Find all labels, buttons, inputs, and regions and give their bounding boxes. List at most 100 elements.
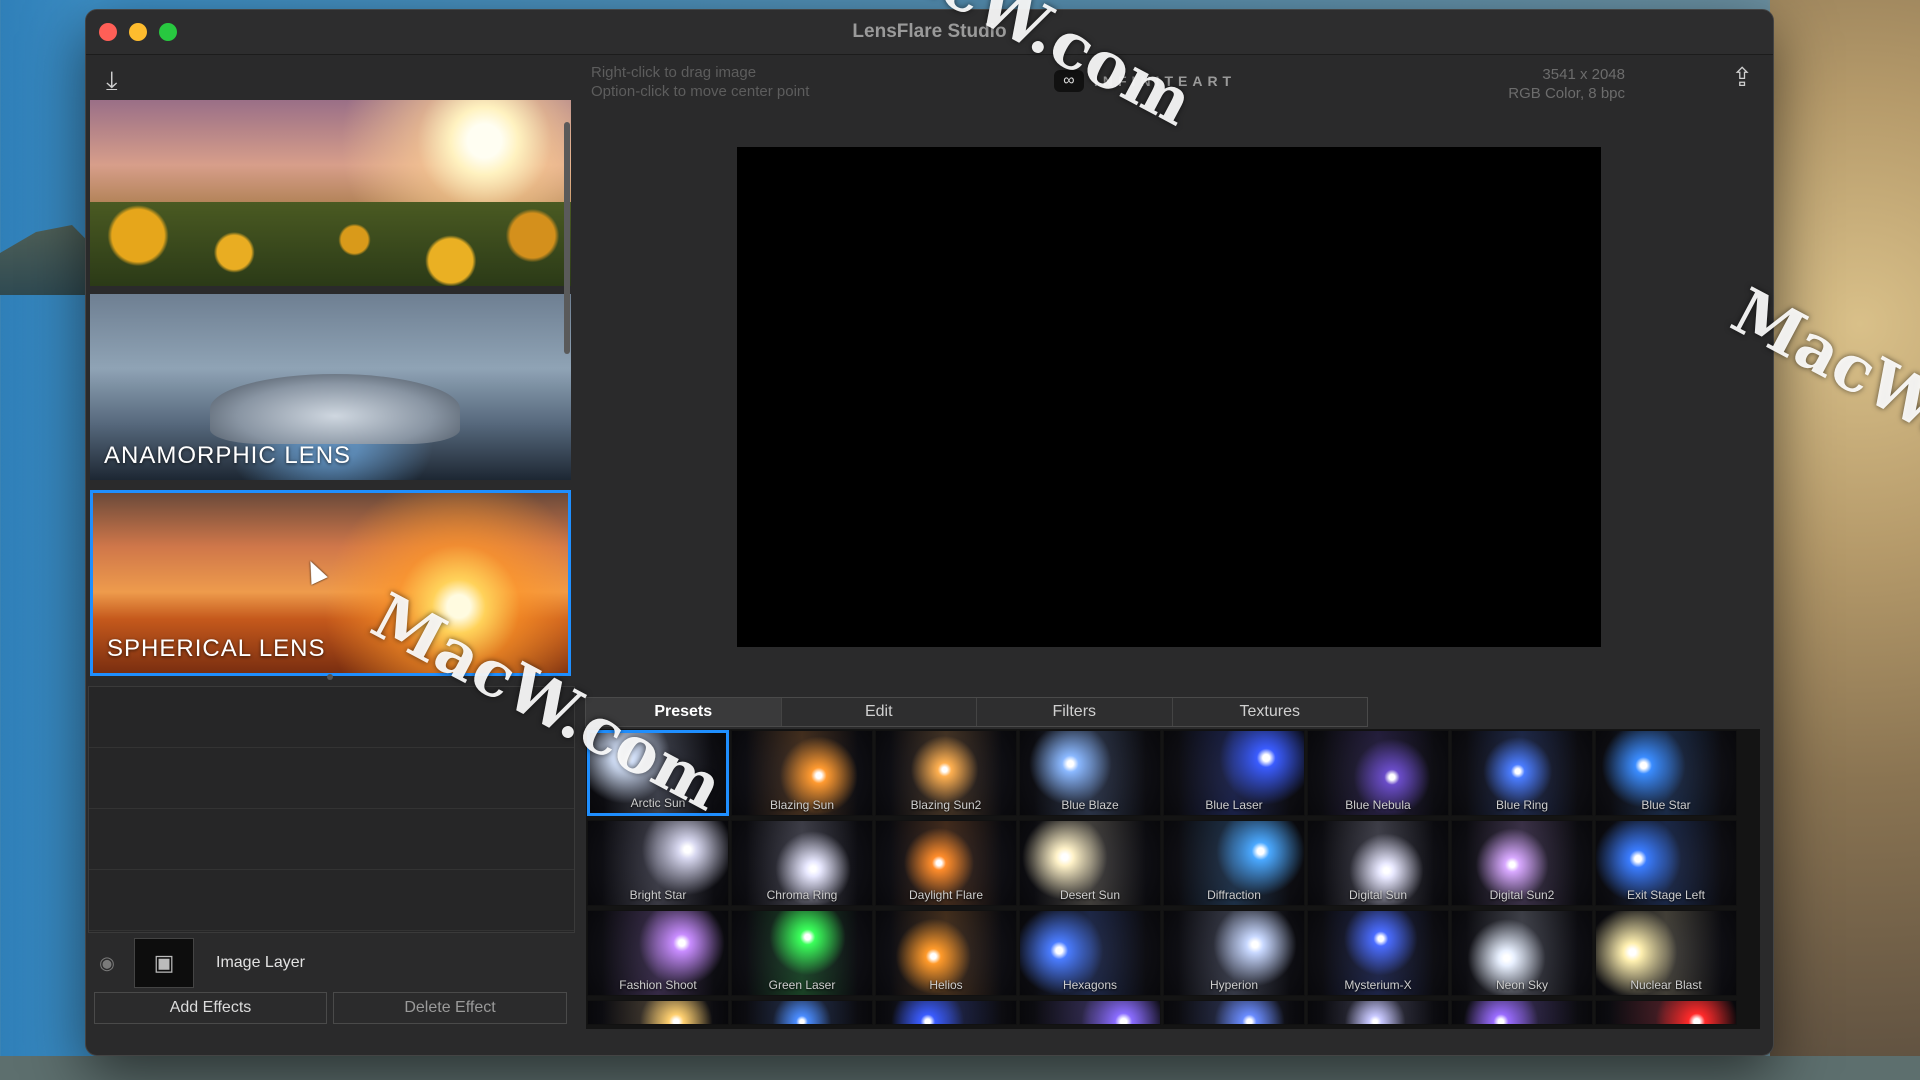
preset-tile[interactable]: Green Laser: [731, 910, 873, 996]
category-label: ANAMORPHIC LENS: [104, 442, 352, 469]
preset-tile[interactable]: Exit Stage Left: [1595, 820, 1737, 906]
window-title: LensFlare Studio: [852, 21, 1007, 42]
preset-label: Chroma Ring: [766, 888, 838, 902]
preset-tile[interactable]: Blue Star: [1595, 730, 1737, 816]
import-icon[interactable]: ⤓: [106, 65, 118, 97]
preset-label: Nuclear Blast: [1630, 978, 1702, 992]
preset-label: Helios: [929, 978, 963, 992]
hint-center: Option-click to move center point: [591, 83, 810, 100]
preset-label: Diffraction: [1207, 888, 1261, 902]
category-anamorphic-lens[interactable]: ANAMORPHIC LENS: [90, 294, 571, 480]
tab-filters[interactable]: Filters: [977, 698, 1173, 726]
preset-label: Blue Laser: [1205, 798, 1263, 812]
image-info: 3541 x 2048 RGB Color, 8 bpc: [1508, 65, 1625, 103]
preset-tile[interactable]: Mysterium-X: [1307, 910, 1449, 996]
preset-label: Blazing Sun: [769, 798, 835, 812]
desktop-wallpaper-rocks: [1770, 0, 1920, 1080]
preset-tile[interactable]: Desert Sun: [1019, 820, 1161, 906]
panel-tabs: Presets Edit Filters Textures: [585, 697, 1368, 727]
preset-tile[interactable]: [1163, 1000, 1305, 1025]
splitter-handle[interactable]: [327, 674, 333, 680]
add-effects-button[interactable]: Add Effects: [94, 992, 327, 1024]
effect-row[interactable]: [89, 809, 574, 870]
share-icon[interactable]: ⇪: [1731, 62, 1753, 93]
preset-label: Hyperion: [1209, 978, 1259, 992]
preset-tile[interactable]: Blue Blaze: [1019, 730, 1161, 816]
preset-label: Daylight Flare: [908, 888, 984, 902]
eye-icon[interactable]: ◉: [92, 953, 122, 974]
preset-tile[interactable]: Blue Ring: [1451, 730, 1593, 816]
preset-tile[interactable]: Bright Star: [587, 820, 729, 906]
tab-textures[interactable]: Textures: [1173, 698, 1368, 726]
preset-label: Arctic Sun: [630, 796, 686, 810]
preset-label: Blue Nebula: [1345, 798, 1411, 812]
preset-tile[interactable]: [1595, 1000, 1737, 1025]
layer-name: Image Layer: [216, 954, 305, 971]
effect-list[interactable]: [88, 686, 575, 933]
preset-tile[interactable]: Hyperion: [1163, 910, 1305, 996]
preset-tile[interactable]: Helios: [875, 910, 1017, 996]
preset-tile[interactable]: Digital Sun: [1307, 820, 1449, 906]
preset-label: Bright Star: [629, 888, 687, 902]
image-icon: ▣: [134, 938, 194, 988]
preset-label: Exit Stage Left: [1626, 888, 1706, 902]
preset-tile[interactable]: Hexagons: [1019, 910, 1161, 996]
infinity-icon: ∞: [1054, 70, 1084, 92]
preset-label: Neon Sky: [1495, 978, 1549, 992]
effect-row[interactable]: [89, 687, 574, 748]
brand-logo: ∞ INFINITEART: [1054, 70, 1236, 92]
preset-label: Blue Star: [1641, 798, 1691, 812]
effect-row[interactable]: [89, 870, 574, 931]
preset-label: Fashion Shoot: [619, 978, 697, 992]
preset-label: Digital Sun2: [1489, 888, 1555, 902]
app-window: LensFlare Studio ⤓ ⇪ Right-click to drag…: [85, 9, 1774, 1056]
preset-tile[interactable]: Neon Sky: [1451, 910, 1593, 996]
brand-name: INFINITEART: [1094, 73, 1237, 89]
preset-tile[interactable]: Arctic Sun: [587, 730, 729, 816]
preset-label: Mysterium-X: [1344, 978, 1412, 992]
image-dimensions: 3541 x 2048: [1542, 66, 1625, 83]
hint-drag: Right-click to drag image: [591, 64, 757, 81]
image-layer-row[interactable]: ◉ ▣ Image Layer: [92, 935, 562, 991]
preset-tile[interactable]: Digital Sun2: [1451, 820, 1593, 906]
preset-tile[interactable]: Blazing Sun: [731, 730, 873, 816]
category-spherical-lens[interactable]: SPHERICAL LENS: [90, 490, 571, 676]
preset-tile[interactable]: Blazing Sun2: [875, 730, 1017, 816]
tab-presets[interactable]: Presets: [586, 698, 782, 726]
preset-tile[interactable]: Daylight Flare: [875, 820, 1017, 906]
category-label: SPHERICAL LENS: [107, 635, 326, 662]
preset-tile[interactable]: Diffraction: [1163, 820, 1305, 906]
preset-tile[interactable]: [1307, 1000, 1449, 1025]
preview-canvas[interactable]: [737, 147, 1601, 647]
preset-tile[interactable]: [587, 1000, 729, 1025]
desktop-wallpaper-shore: [0, 1056, 1920, 1080]
tab-edit[interactable]: Edit: [782, 698, 977, 726]
category-sun-flares[interactable]: SUN FLARES: [90, 100, 571, 286]
preset-label: Hexagons: [1062, 978, 1118, 992]
category-list: SUN FLARES ANAMORPHIC LENS SPHERICAL LEN…: [90, 100, 571, 676]
delete-effect-button[interactable]: Delete Effect: [333, 992, 567, 1024]
effect-row[interactable]: [89, 748, 574, 809]
preset-tile[interactable]: Blue Nebula: [1307, 730, 1449, 816]
car-image: [210, 374, 460, 444]
category-scrollbar[interactable]: [564, 122, 570, 354]
preset-tile[interactable]: Nuclear Blast: [1595, 910, 1737, 996]
preset-label: Green Laser: [768, 978, 836, 992]
preset-tile[interactable]: Fashion Shoot: [587, 910, 729, 996]
preset-tile[interactable]: [731, 1000, 873, 1025]
preset-label: Blazing Sun2: [910, 798, 982, 812]
preset-label: Blue Blaze: [1061, 798, 1119, 812]
preset-tile[interactable]: [1451, 1000, 1593, 1025]
preset-label: Digital Sun: [1348, 888, 1408, 902]
preset-label: Blue Ring: [1495, 798, 1549, 812]
preset-grid: Arctic Sun Blazing Sun Blazing Sun2 Blue Bl…: [586, 729, 1760, 1029]
preset-tile[interactable]: [1019, 1000, 1161, 1025]
preset-tile[interactable]: Blue Laser: [1163, 730, 1305, 816]
category-label: SUN FLARES: [104, 248, 265, 275]
preset-label: Desert Sun: [1059, 888, 1121, 902]
canvas-hint: Right-click to drag image Option-click t…: [591, 63, 809, 101]
image-color-mode: RGB Color, 8 bpc: [1508, 85, 1625, 102]
title-bar: LensFlare Studio: [86, 10, 1773, 55]
preset-tile[interactable]: [875, 1000, 1017, 1025]
preset-tile[interactable]: Chroma Ring: [731, 820, 873, 906]
